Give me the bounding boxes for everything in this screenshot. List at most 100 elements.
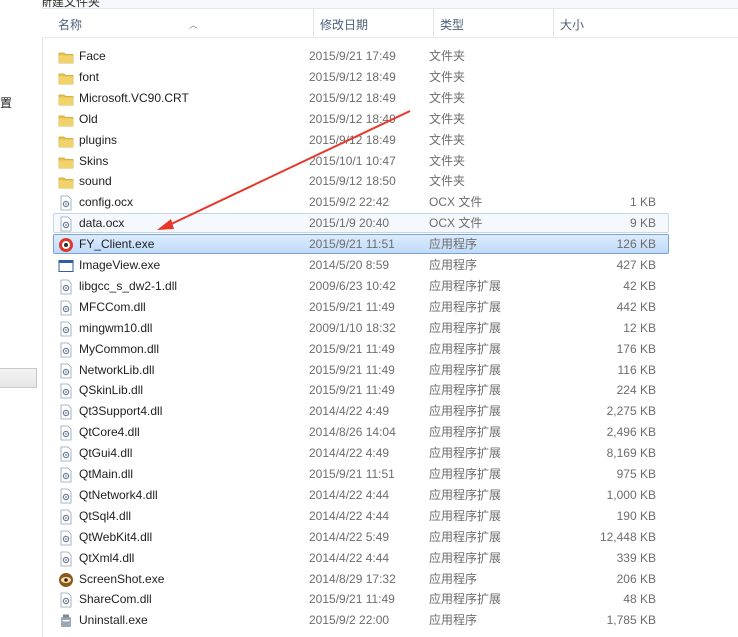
- file-size: 206 KB: [616, 572, 656, 586]
- gear-file-icon: [58, 321, 74, 337]
- column-size-header[interactable]: 大小: [553, 9, 633, 37]
- sort-ascending-icon: ︿: [189, 20, 199, 30]
- file-type: 应用程序扩展: [429, 467, 502, 481]
- file-row[interactable]: QtMain.dll 2015/9/21 11:51 应用程序扩展 975 KB: [53, 464, 669, 484]
- uninstall-icon: [58, 613, 74, 629]
- file-row[interactable]: mingwm10.dll 2009/1/10 18:32 应用程序扩展 12 KB: [53, 318, 669, 338]
- file-size: 442 KB: [616, 300, 656, 314]
- file-name: ShareCom.dll: [79, 592, 152, 606]
- file-name: QtNetwork4.dll: [79, 488, 158, 502]
- file-row[interactable]: NetworkLib.dll 2015/9/21 11:49 应用程序扩展 116 K…: [53, 360, 669, 380]
- navigation-pane: 设置: [0, 0, 43, 637]
- column-type-header[interactable]: 类型: [433, 9, 554, 37]
- file-row[interactable]: libgcc_s_dw2-1.dll 2009/6/23 10:42 应用程序扩展 4…: [53, 276, 669, 296]
- file-date: 2014/4/22 4:49: [309, 404, 390, 418]
- file-type: 应用程序: [429, 613, 478, 627]
- file-name: FY_Client.exe: [79, 237, 155, 251]
- file-row[interactable]: QSkinLib.dll 2015/9/21 11:49 应用程序扩展 224 KB: [53, 380, 669, 400]
- file-row[interactable]: Old 2015/9/12 18:49 文件夹: [53, 109, 669, 129]
- toolbar: 新建文件夹: [0, 0, 738, 9]
- file-row[interactable]: MFCCom.dll 2015/9/21 11:49 应用程序扩展 442 KB: [53, 297, 669, 317]
- file-row[interactable]: ScreenShot.exe 2014/8/29 17:32 应用程序 206 KB: [53, 569, 669, 589]
- file-name: plugins: [79, 133, 118, 147]
- file-type: 应用程序扩展: [429, 279, 502, 293]
- eye-app-icon: [58, 572, 74, 588]
- file-date: 2014/4/22 4:44: [309, 488, 390, 502]
- file-date: 2015/10/1 10:47: [309, 154, 396, 168]
- file-size: 8,169 KB: [606, 446, 656, 460]
- folder-icon: [58, 91, 74, 107]
- file-row[interactable]: QtXml4.dll 2014/4/22 4:44 应用程序扩展 339 KB: [53, 548, 669, 568]
- gear-file-icon: [58, 446, 74, 462]
- column-name-header[interactable]: 名称 ︿: [52, 9, 315, 37]
- folder-icon: [58, 133, 74, 149]
- file-row[interactable]: Skins 2015/10/1 10:47 文件夹: [53, 151, 669, 171]
- file-row[interactable]: Qt3Support4.dll 2014/4/22 4:49 应用程序扩展 2,275…: [53, 401, 669, 421]
- file-type: 文件夹: [429, 70, 466, 84]
- file-name: config.ocx: [79, 195, 134, 209]
- file-type: 应用程序扩展: [429, 509, 502, 523]
- file-date: 2014/4/22 5:49: [309, 530, 390, 544]
- app-logo-icon: [58, 237, 74, 253]
- file-size: 116 KB: [617, 363, 656, 377]
- gear-file-icon: [58, 509, 74, 525]
- file-name: data.ocx: [79, 216, 125, 230]
- file-name: Face: [79, 49, 106, 63]
- file-name: QtMain.dll: [79, 467, 134, 481]
- file-date: 2015/9/21 11:51: [309, 237, 395, 251]
- folder-icon: [58, 49, 74, 65]
- file-row[interactable]: QtCore4.dll 2014/8/26 14:04 应用程序扩展 2,496 KB: [53, 422, 669, 442]
- file-type: 应用程序扩展: [429, 300, 502, 314]
- file-date: 2014/4/22 4:44: [309, 509, 390, 523]
- file-size: 1,000 KB: [606, 488, 656, 502]
- file-size: 176 KB: [616, 342, 656, 356]
- file-name: sound: [79, 174, 112, 188]
- nav-item-settings[interactable]: 设置: [0, 94, 20, 111]
- file-name: ImageView.exe: [79, 258, 161, 272]
- file-size: 224 KB: [616, 383, 656, 397]
- file-date: 2009/1/10 18:32: [309, 321, 396, 335]
- file-date: 2015/9/21 11:51: [309, 467, 395, 481]
- gear-file-icon: [58, 425, 74, 441]
- file-row[interactable]: QtNetwork4.dll 2014/4/22 4:44 应用程序扩展 1,000 …: [53, 485, 669, 505]
- nav-item-selected[interactable]: [0, 368, 37, 388]
- gear-file-icon: [58, 467, 74, 483]
- gear-file-icon: [58, 383, 74, 399]
- file-size: 12 KB: [623, 321, 656, 335]
- file-row[interactable]: font 2015/9/12 18:49 文件夹: [53, 67, 669, 87]
- file-row[interactable]: FY_Client.exe 2015/9/21 11:51 应用程序 126 KB: [53, 234, 669, 254]
- gear-file-icon: [58, 195, 74, 211]
- file-date: 2015/9/12 18:49: [309, 70, 396, 84]
- file-name: MyCommon.dll: [79, 342, 160, 356]
- file-row[interactable]: Microsoft.VC90.CRT 2015/9/12 18:49 文件夹: [53, 88, 669, 108]
- file-name: NetworkLib.dll: [79, 363, 155, 377]
- file-row[interactable]: Face 2015/9/21 17:49 文件夹: [53, 46, 669, 66]
- gear-file-icon: [58, 300, 74, 316]
- file-row[interactable]: QtSql4.dll 2014/4/22 4:44 应用程序扩展 190 KB: [53, 506, 669, 526]
- file-size: 42 KB: [623, 279, 656, 293]
- file-row[interactable]: ImageView.exe 2014/5/20 8:59 应用程序 427 KB: [53, 255, 669, 275]
- window-icon: [58, 258, 74, 274]
- column-date-header[interactable]: 修改日期: [313, 9, 434, 37]
- file-row[interactable]: MyCommon.dll 2015/9/21 11:49 应用程序扩展 176 KB: [53, 339, 669, 359]
- file-row[interactable]: plugins 2015/9/12 18:49 文件夹: [53, 130, 669, 150]
- file-date: 2015/9/21 11:49: [309, 592, 395, 606]
- file-type: 应用程序扩展: [429, 321, 502, 335]
- file-date: 2015/9/12 18:49: [309, 91, 396, 105]
- file-size: 1,785 KB: [606, 613, 656, 627]
- file-row[interactable]: sound 2015/9/12 18:50 文件夹: [53, 171, 669, 191]
- file-row[interactable]: QtGui4.dll 2014/4/22 4:49 应用程序扩展 8,169 KB: [53, 443, 669, 463]
- new-folder-button[interactable]: 新建文件夹: [40, 0, 100, 8]
- folder-icon: [58, 112, 74, 128]
- file-row[interactable]: ShareCom.dll 2015/9/21 11:49 应用程序扩展 48 KB: [53, 589, 669, 609]
- file-row[interactable]: data.ocx 2015/1/9 20:40 OCX 文件 9 KB: [53, 213, 669, 233]
- file-row[interactable]: Uninstall.exe 2015/9/2 22:00 应用程序 1,785 KB: [53, 610, 669, 630]
- file-size: 9 KB: [629, 216, 656, 230]
- file-date: 2014/4/22 4:49: [309, 446, 390, 460]
- file-size: 1 KB: [629, 195, 656, 209]
- file-row[interactable]: QtWebKit4.dll 2014/4/22 5:49 应用程序扩展 12,448 …: [53, 527, 669, 547]
- file-type: 应用程序扩展: [429, 488, 502, 502]
- file-type: 文件夹: [429, 174, 466, 188]
- file-size: 2,275 KB: [606, 404, 656, 418]
- file-row[interactable]: config.ocx 2015/9/2 22:42 OCX 文件 1 KB: [53, 192, 669, 212]
